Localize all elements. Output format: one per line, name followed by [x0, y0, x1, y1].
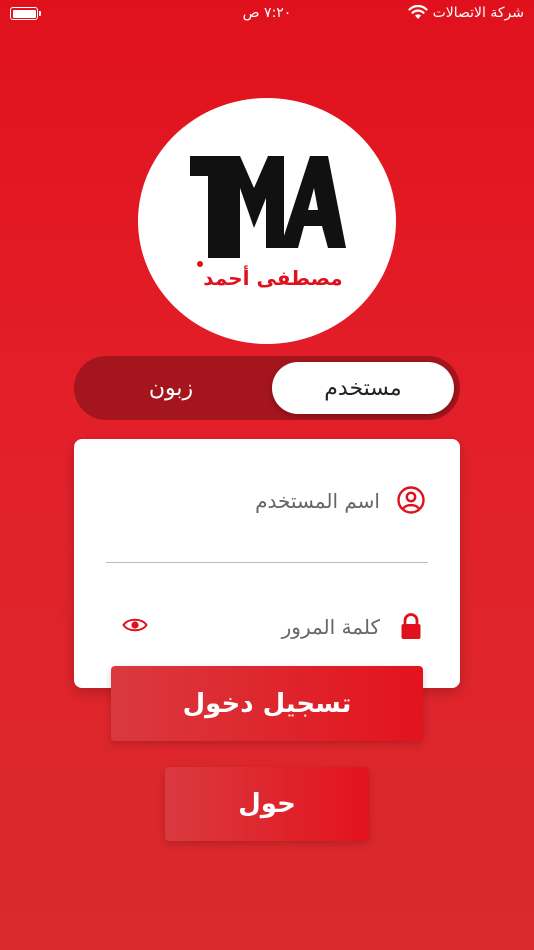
- status-bar: شركة الاتصالات ٧:٢٠ ص: [0, 0, 534, 28]
- login-form-card: [74, 439, 460, 688]
- logo-text: مصطفى أحمد: [203, 266, 343, 290]
- username-input[interactable]: [150, 481, 380, 521]
- battery-icon: [10, 7, 41, 20]
- password-row: [106, 597, 428, 657]
- user-circle-icon: [397, 486, 425, 514]
- status-time: ٧:٢٠ ص: [242, 5, 292, 21]
- toggle-customer-option[interactable]: زبون: [80, 362, 262, 414]
- eye-icon[interactable]: [122, 615, 148, 635]
- lock-icon: [401, 613, 421, 639]
- toggle-user-option[interactable]: مستخدم: [272, 362, 454, 414]
- username-row: [106, 469, 428, 563]
- logo: مصطفى أحمد: [138, 98, 396, 344]
- password-input[interactable]: [150, 607, 380, 647]
- about-button[interactable]: حول: [165, 767, 369, 841]
- login-button[interactable]: تسجيل دخول: [111, 666, 423, 741]
- role-toggle[interactable]: مستخدم زبون: [74, 356, 460, 420]
